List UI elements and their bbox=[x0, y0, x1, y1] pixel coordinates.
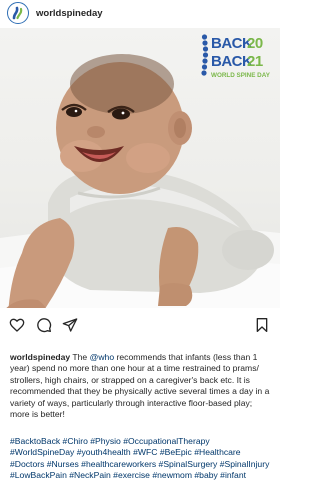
world-spine-day-logo-icon bbox=[10, 5, 26, 21]
profile-avatar[interactable] bbox=[7, 2, 29, 24]
comment-icon[interactable] bbox=[36, 317, 52, 333]
hashtag-list[interactable]: #BacktoBack #Chiro #Physio #Occupational… bbox=[10, 436, 272, 480]
post-header: worldspineday bbox=[0, 0, 280, 26]
bookmark-icon[interactable] bbox=[254, 317, 270, 333]
header-username[interactable]: worldspineday bbox=[36, 8, 103, 19]
badge-year-2: 21 bbox=[247, 53, 263, 70]
caption-username[interactable]: worldspineday bbox=[10, 352, 70, 362]
badge-year-1: 20 bbox=[247, 35, 263, 52]
post-caption: worldspineday The @who recommends that i… bbox=[10, 352, 272, 420]
back-to-back-badge: BACK 20 BACK 21 WORLD SPINE DAY bbox=[200, 34, 276, 86]
caption-mention[interactable]: @who bbox=[90, 352, 115, 362]
post-image[interactable]: BACK 20 BACK 21 WORLD SPINE DAY bbox=[0, 28, 280, 308]
caption-pre: The bbox=[72, 352, 88, 362]
heart-icon[interactable] bbox=[9, 317, 25, 333]
spine-icon bbox=[201, 34, 209, 76]
post-action-bar bbox=[0, 314, 280, 336]
badge-subtitle: WORLD SPINE DAY bbox=[211, 72, 270, 79]
send-icon[interactable] bbox=[62, 317, 78, 333]
caption-text: recommends that infants (less than 1 yea… bbox=[10, 352, 270, 420]
